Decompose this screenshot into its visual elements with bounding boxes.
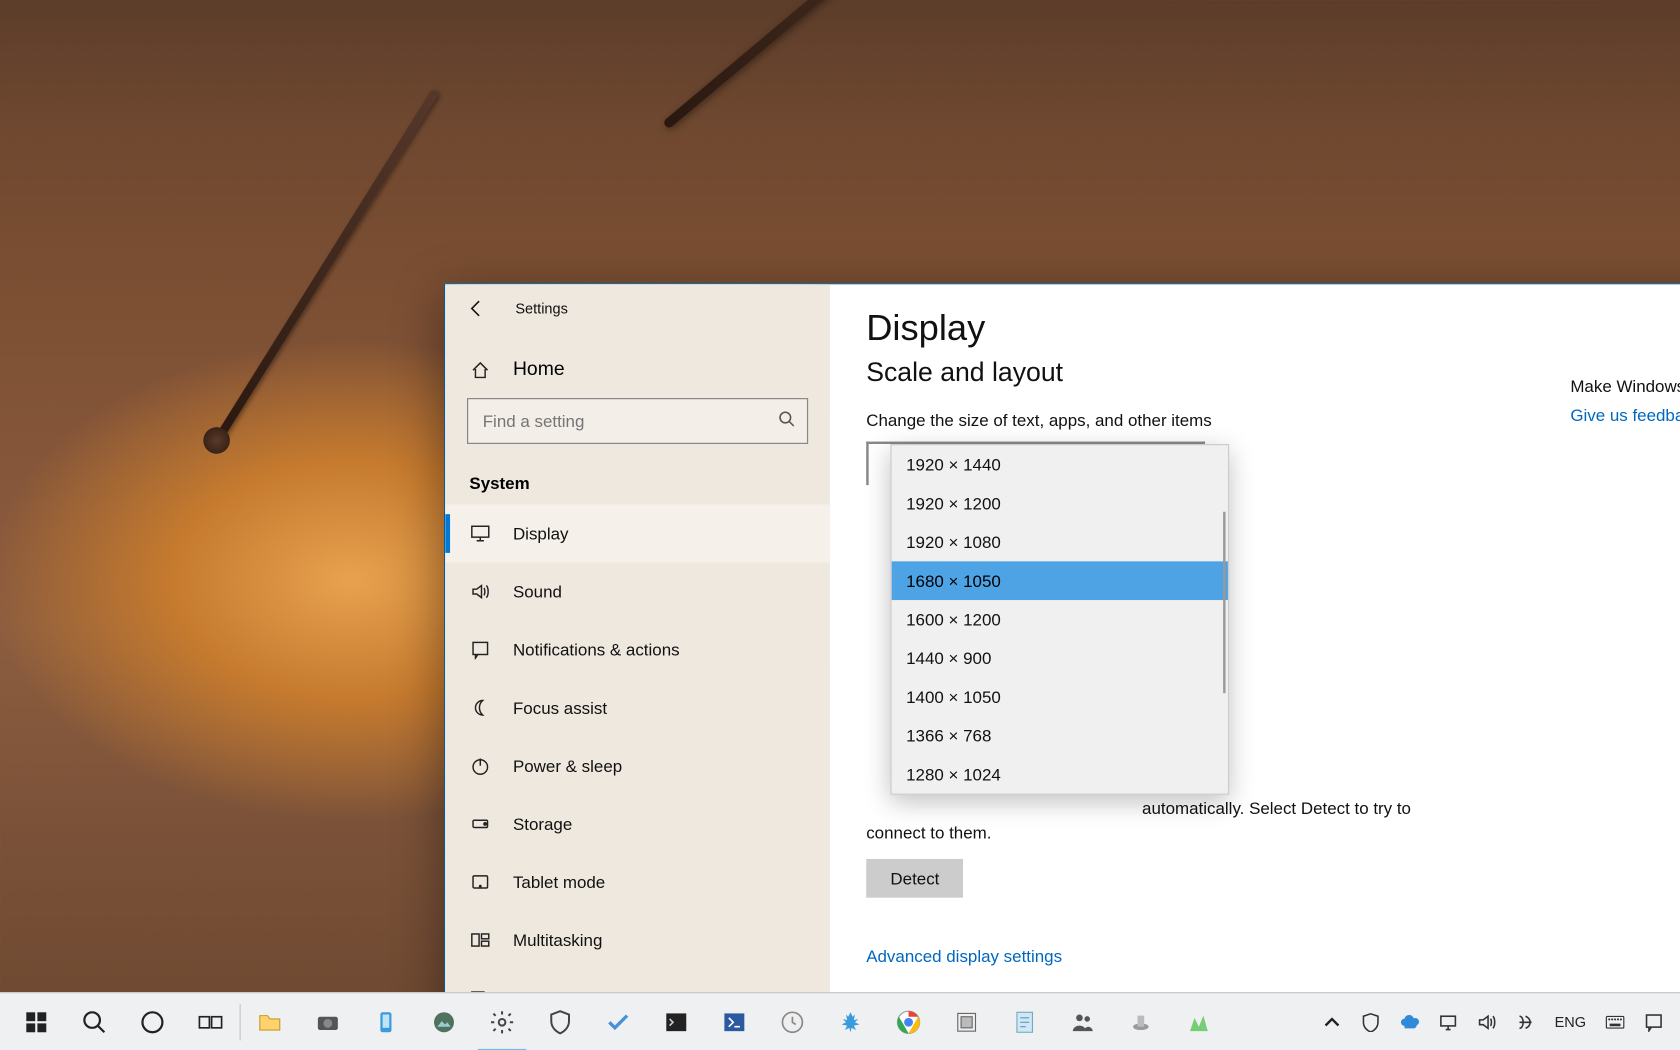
- resolution-dropdown-listbox[interactable]: 1920 × 14401920 × 12001920 × 10801680 × …: [890, 444, 1229, 795]
- resolution-option[interactable]: 1680 × 1050: [892, 561, 1228, 600]
- sidebar-item-notifications[interactable]: Notifications & actions: [445, 621, 830, 679]
- resolution-option[interactable]: 1400 × 1050: [892, 677, 1228, 716]
- resolution-option[interactable]: 1600 × 1200: [892, 600, 1228, 639]
- camera-app-icon[interactable]: [299, 993, 357, 1050]
- powershell-icon[interactable]: [705, 993, 763, 1050]
- start-button[interactable]: [7, 993, 65, 1050]
- search-icon: [778, 410, 795, 433]
- terminal-icon[interactable]: [647, 993, 705, 1050]
- network-icon[interactable]: [1429, 993, 1468, 1050]
- photos-app-icon[interactable]: [415, 993, 473, 1050]
- sidebar-item-label: Storage: [513, 814, 572, 833]
- taskbar-search-icon[interactable]: [65, 993, 123, 1050]
- settings-taskbar-icon[interactable]: [473, 993, 531, 1050]
- sidebar-category: System: [445, 456, 830, 504]
- sidebar-home[interactable]: Home: [445, 342, 830, 398]
- task-view-icon[interactable]: [181, 993, 239, 1050]
- scale-label: Change the size of text, apps, and other…: [866, 410, 1680, 429]
- display-icon: [469, 523, 491, 545]
- sidebar-item-power[interactable]: Power & sleep: [445, 737, 830, 795]
- right-rail: Make Windows better Give us feedback: [1570, 376, 1680, 427]
- resolution-option[interactable]: 1366 × 768: [892, 716, 1228, 755]
- sidebar-item-label: Focus assist: [513, 698, 607, 717]
- search-box[interactable]: [467, 398, 808, 444]
- resolution-option[interactable]: 1280 × 1024: [892, 755, 1228, 794]
- cortana-icon[interactable]: [123, 993, 181, 1050]
- advanced-display-link[interactable]: Advanced display settings: [866, 946, 1680, 965]
- touch-keyboard-icon[interactable]: [1596, 993, 1635, 1050]
- wallpaper-needle-2: [214, 89, 439, 442]
- storage-icon: [469, 813, 491, 835]
- resolution-option[interactable]: 1440 × 900: [892, 639, 1228, 678]
- taskbar: ENG: [0, 992, 1680, 1050]
- app-icon-2[interactable]: [938, 993, 996, 1050]
- home-icon: [469, 359, 491, 381]
- back-button[interactable]: [465, 296, 489, 320]
- sidebar-item-label: Sound: [513, 582, 562, 601]
- sidebar-item-label: Power & sleep: [513, 756, 622, 775]
- scrollbar[interactable]: [1223, 512, 1225, 693]
- app-icon-4[interactable]: [1170, 993, 1228, 1050]
- resolution-option[interactable]: 1920 × 1440: [892, 445, 1228, 484]
- resolution-option[interactable]: 1920 × 1200: [892, 484, 1228, 523]
- onedrive-icon[interactable]: [1390, 993, 1429, 1050]
- sidebar-item-sound[interactable]: Sound: [445, 563, 830, 621]
- todo-app-icon[interactable]: [589, 993, 647, 1050]
- action-center-icon[interactable]: [1634, 993, 1673, 1050]
- power-icon: [469, 755, 491, 777]
- detect-button[interactable]: Detect: [866, 859, 963, 898]
- app-icon-1[interactable]: [821, 993, 879, 1050]
- sidebar-item-label: Tablet mode: [513, 872, 605, 891]
- file-explorer-icon[interactable]: [241, 993, 299, 1050]
- titlebar-left: Settings: [445, 284, 830, 332]
- content-area: Display Scale and layout Change the size…: [830, 284, 1680, 1050]
- feedback-link[interactable]: Give us feedback: [1570, 405, 1680, 424]
- search-input[interactable]: [480, 410, 778, 432]
- moon-icon: [469, 697, 491, 719]
- wallpaper-needle: [662, 0, 1224, 130]
- tray-overflow-icon[interactable]: [1313, 993, 1352, 1050]
- volume-icon[interactable]: [1467, 993, 1506, 1050]
- multitask-icon: [469, 929, 491, 951]
- home-label: Home: [513, 359, 565, 381]
- sidebar-item-label: Notifications & actions: [513, 640, 680, 659]
- sidebar-item-multitasking[interactable]: Multitasking: [445, 911, 830, 969]
- sidebar-item-tablet[interactable]: Tablet mode: [445, 853, 830, 911]
- page-title: Display: [866, 308, 1680, 349]
- people-icon[interactable]: [1054, 993, 1112, 1050]
- settings-sidebar: Settings Home System Display Sound Notific…: [445, 284, 830, 1050]
- phone-app-icon[interactable]: [357, 993, 415, 1050]
- sidebar-item-storage[interactable]: Storage: [445, 795, 830, 853]
- sidebar-nav: Display Sound Notifications & actions Focus…: [445, 504, 830, 1050]
- security-icon[interactable]: [531, 993, 589, 1050]
- notepad-icon[interactable]: [996, 993, 1054, 1050]
- input-method-icon[interactable]: [1506, 993, 1545, 1050]
- app-title: Settings: [515, 300, 567, 317]
- rail-heading: Make Windows better: [1570, 376, 1680, 395]
- settings-window: Settings Home System Display Sound Notific…: [444, 283, 1680, 1050]
- sidebar-item-label: Display: [513, 524, 569, 543]
- notifications-icon: [469, 639, 491, 661]
- section-heading: Scale and layout: [866, 357, 1680, 388]
- language-indicator[interactable]: ENG: [1545, 993, 1596, 1050]
- clock-app-icon[interactable]: [763, 993, 821, 1050]
- sidebar-item-label: Multitasking: [513, 930, 602, 949]
- sound-icon: [469, 581, 491, 603]
- multiple-displays-text: automatically. Select Detect to try to c…: [866, 797, 1423, 844]
- resolution-option[interactable]: 1920 × 1080: [892, 523, 1228, 562]
- app-icon-3[interactable]: [1112, 993, 1170, 1050]
- sidebar-item-display[interactable]: Display: [445, 504, 830, 562]
- settings-main: Display Scale and layout Change the size…: [830, 284, 1680, 1050]
- chrome-icon[interactable]: [880, 993, 938, 1050]
- tablet-icon: [469, 871, 491, 893]
- tray-security-icon[interactable]: [1351, 993, 1390, 1050]
- sidebar-item-focus[interactable]: Focus assist: [445, 679, 830, 737]
